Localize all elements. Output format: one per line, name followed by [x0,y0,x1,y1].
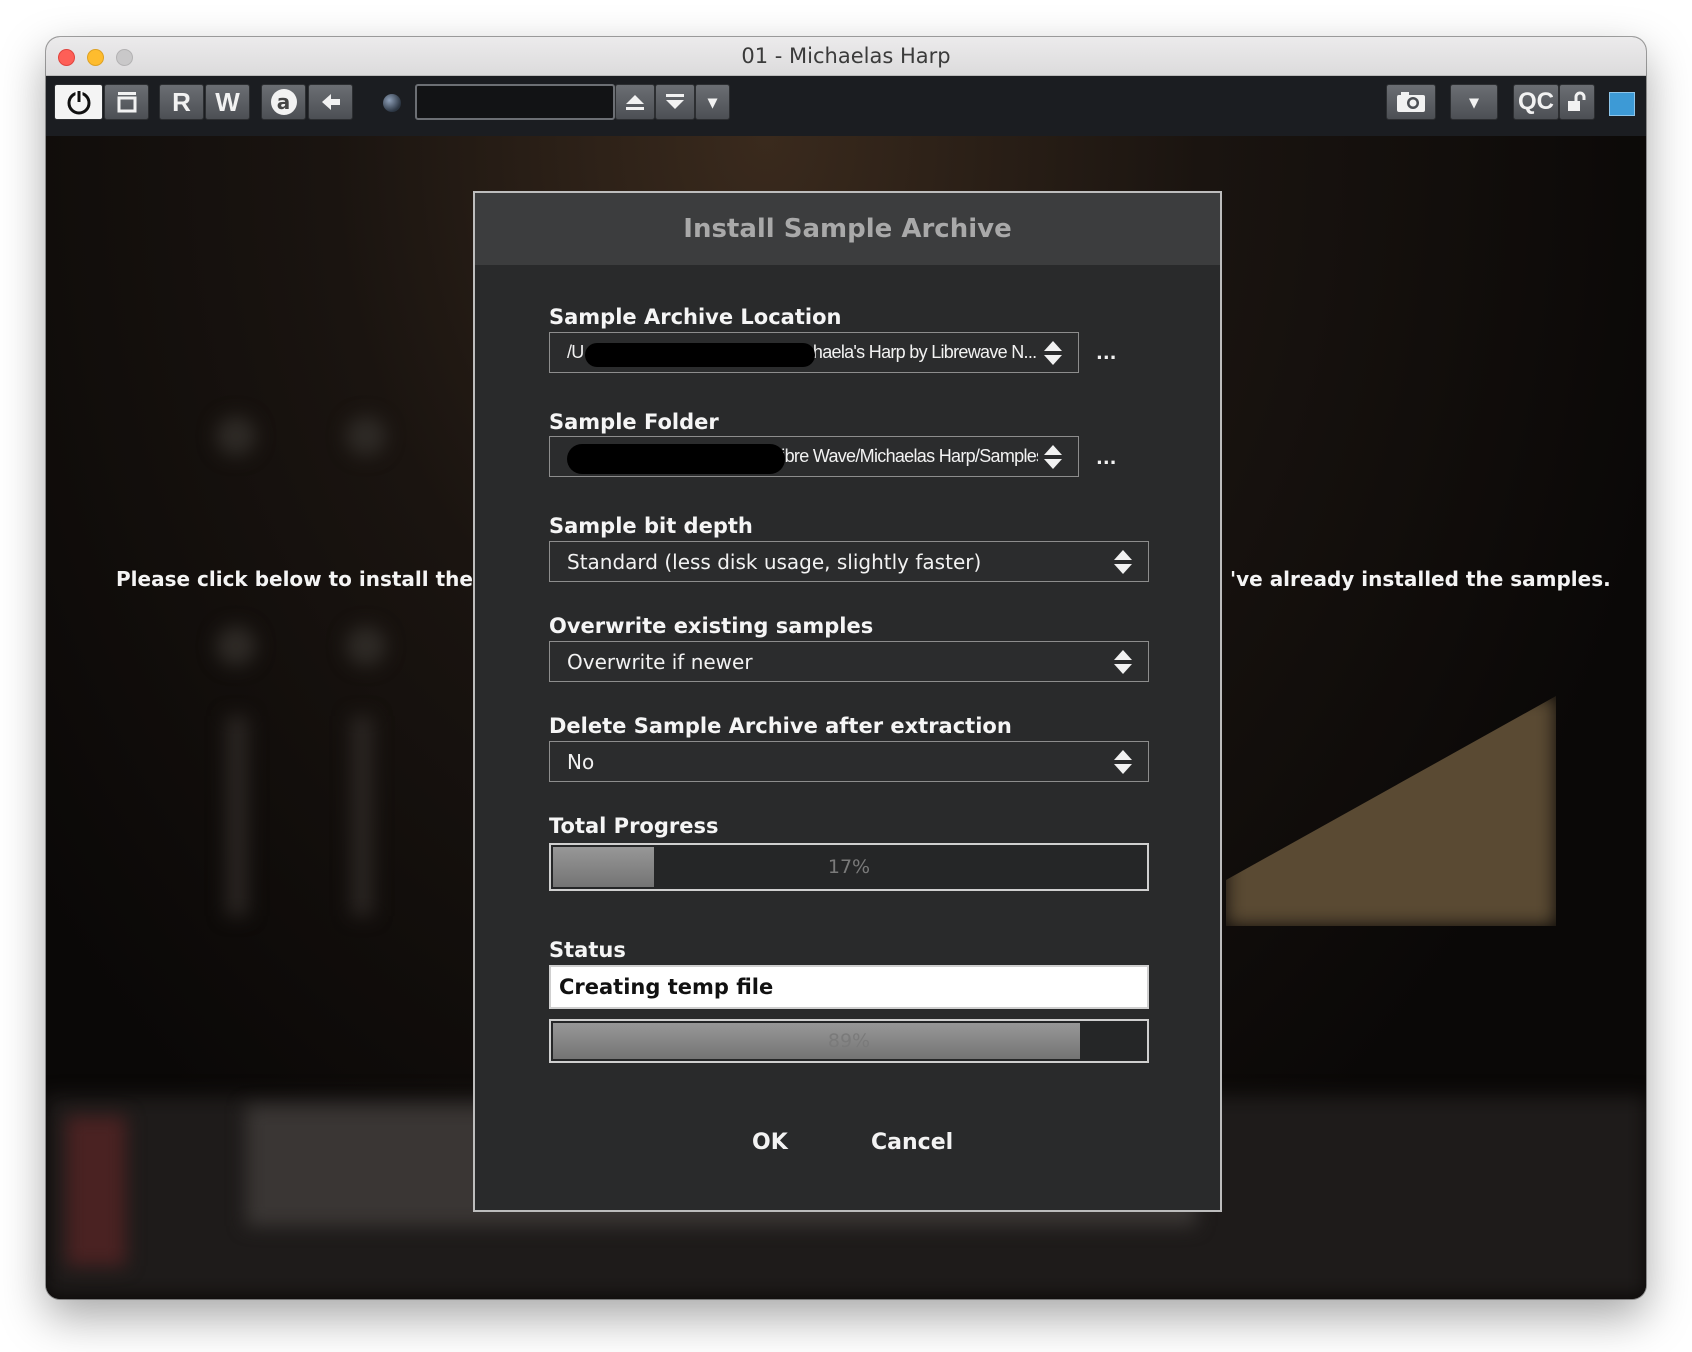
blurred-envelope-shape [1226,696,1556,926]
arrow-up-icon [626,95,644,110]
blurred-slider [351,716,373,916]
dialog-title: Install Sample Archive [475,193,1220,265]
combo-arrows-icon [1038,437,1068,476]
bit-depth-label: Sample bit depth [549,514,753,538]
sample-folder-value: Libre Wave/Michaelas Harp/Samples [772,446,1038,466]
status-led-icon [383,94,401,112]
a-circle-icon: a [270,89,297,115]
sample-folder-browse-button[interactable]: ... [1096,448,1117,469]
color-swatch-button[interactable] [1609,92,1635,116]
window-title: 01 - Michaelas Harp [741,44,951,68]
overwrite-value: Overwrite if newer [567,649,753,674]
redaction-mark [567,444,785,474]
power-icon [67,91,90,115]
install-sample-archive-dialog: Install Sample Archive Sample Archive Lo… [473,191,1222,1212]
archive-location-value: Michaela's Harp by Librewave N... [787,342,1037,362]
bit-depth-select[interactable]: Standard (less disk usage, slightly fast… [549,541,1149,582]
blurred-knob [216,626,256,666]
overwrite-select[interactable]: Overwrite if newer [549,641,1149,682]
delete-archive-label: Delete Sample Archive after extraction [549,714,1012,738]
blurred-knob [346,626,386,666]
combo-arrows-icon [1108,742,1138,781]
status-progress-percent: 89% [827,1030,871,1052]
status-progress-bar: 89% [549,1019,1149,1063]
plugin-window: 01 - Michaelas Harp R W a ▾ ▾ QC Please … [46,37,1646,1299]
blurred-slider [226,716,248,916]
total-progress-label: Total Progress [549,814,719,838]
preset-previous-button[interactable] [615,84,655,120]
preset-menu-button[interactable]: ▾ [695,84,730,120]
redaction-mark [585,343,815,367]
snapshot-icon [117,92,136,113]
status-label: Status [549,938,626,962]
total-progress-bar: 17% [549,843,1149,891]
blurred-knob [346,416,386,456]
bypass-button[interactable] [54,84,103,120]
install-prompt-text-right: 've already installed the samples. [1230,567,1611,591]
preset-name-field[interactable] [415,84,615,120]
qc-button[interactable]: QC [1513,84,1559,120]
status-text-field: Creating temp file [549,965,1149,1009]
delete-archive-value: No [567,749,595,774]
bit-depth-value: Standard (less disk usage, slightly fast… [567,549,982,574]
blurred-knob [216,416,256,456]
total-progress-percent: 17% [827,856,871,878]
camera-button[interactable] [1386,84,1436,120]
overwrite-label: Overwrite existing samples [549,614,874,638]
cancel-button[interactable]: Cancel [871,1130,953,1155]
unlock-icon [1568,91,1586,111]
combo-arrows-icon [1108,642,1138,681]
camera-icon [1397,92,1425,112]
arrow-left-icon [321,94,340,110]
write-automation-button[interactable]: W [205,84,250,120]
lock-button[interactable] [1559,84,1595,120]
read-automation-button[interactable]: R [159,84,204,120]
combo-arrows-icon [1108,542,1138,581]
install-prompt-text-left: Please click below to install the sa [116,567,506,591]
back-button[interactable] [308,84,353,120]
ok-button[interactable]: OK [752,1130,788,1155]
title-bar: 01 - Michaelas Harp [46,37,1646,76]
auto-learn-button[interactable]: a [261,84,306,120]
snapshot-button[interactable] [104,84,149,120]
blurred-red-panel [66,1116,126,1266]
sample-folder-label: Sample Folder [549,410,719,434]
options-dropdown-button[interactable]: ▾ [1450,84,1498,120]
preset-next-button[interactable] [655,84,695,120]
combo-arrows-icon [1038,333,1068,372]
delete-archive-select[interactable]: No [549,741,1149,782]
archive-location-label: Sample Archive Location [549,305,842,329]
plugin-toolbar: R W a ▾ ▾ QC [46,76,1646,136]
archive-location-browse-button[interactable]: ... [1096,343,1117,364]
arrow-down-icon [666,94,684,109]
